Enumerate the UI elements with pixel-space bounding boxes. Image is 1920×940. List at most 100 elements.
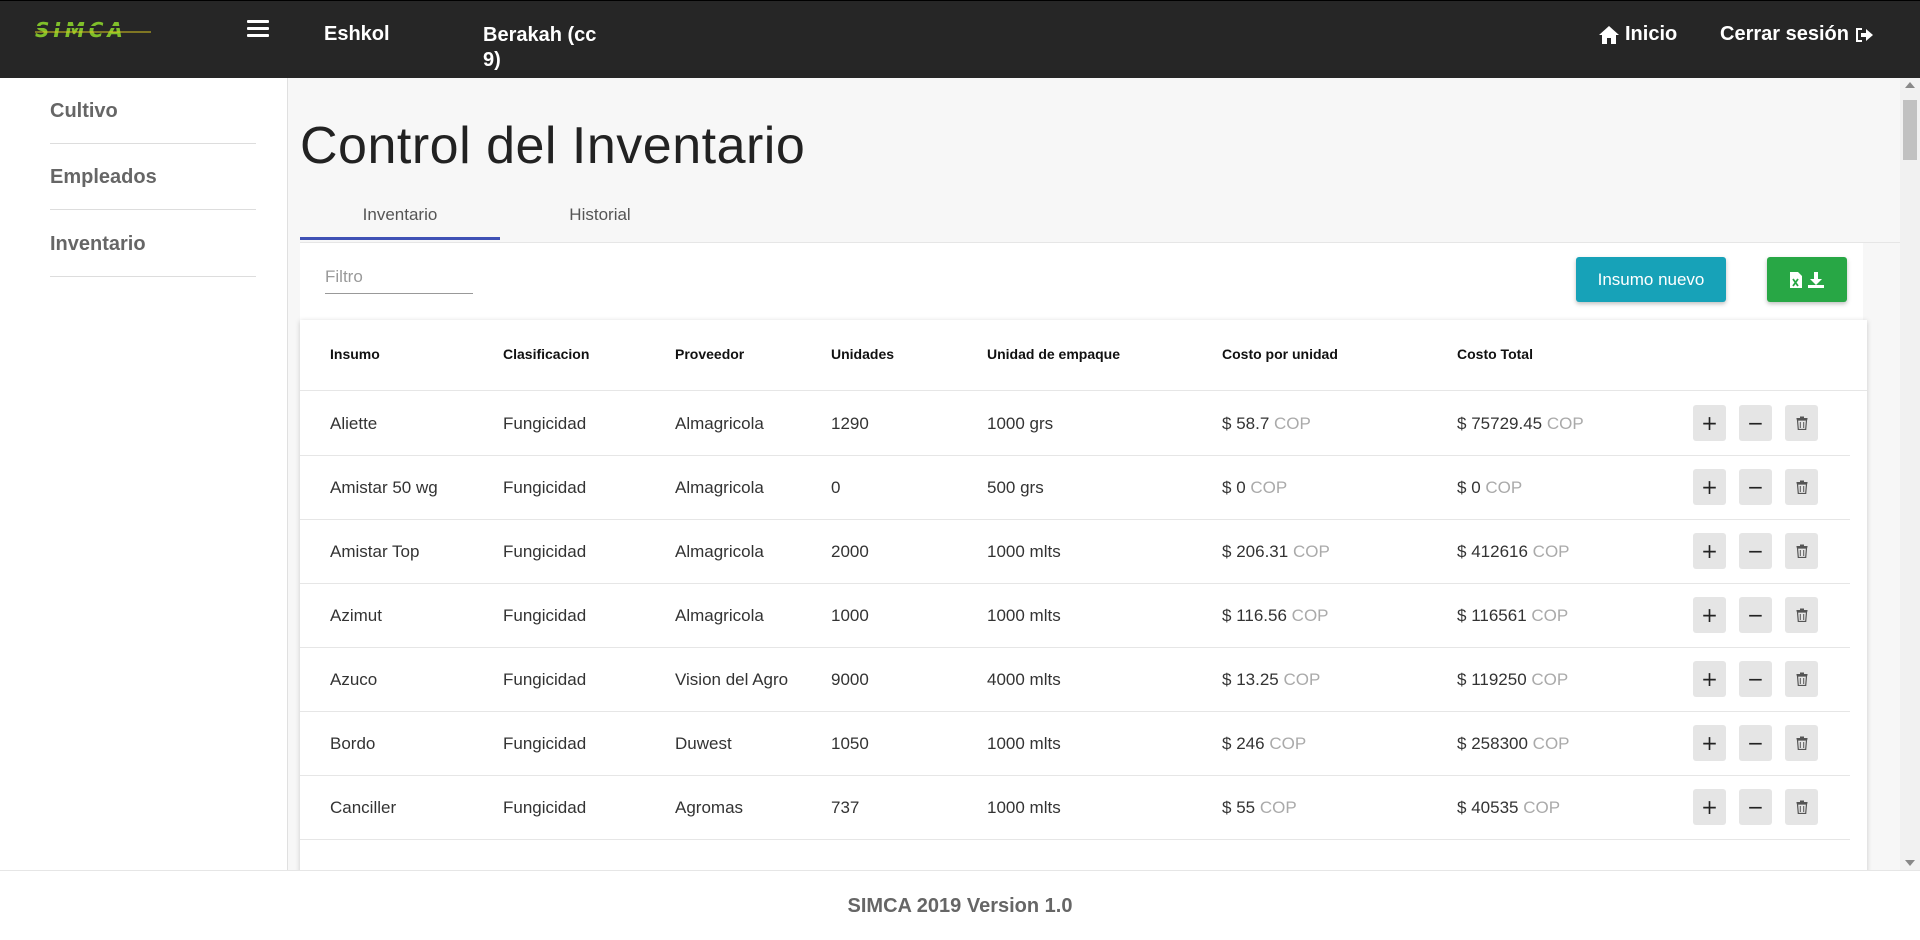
cell-costo-total: $ 119250 COP — [1457, 670, 1568, 690]
cell-unidades: 1290 — [831, 414, 869, 433]
currency-code: COP — [1531, 670, 1569, 689]
trash-icon — [1796, 608, 1807, 622]
scroll-up-arrow[interactable] — [1905, 82, 1915, 88]
cell-clasificacion: Fungicidad — [503, 414, 587, 433]
add-units-button[interactable]: + — [1693, 597, 1726, 633]
sign-out-icon — [1855, 27, 1873, 42]
sidebar-item-cultivo[interactable]: Cultivo — [50, 78, 256, 144]
top-navbar: SIMCA Eshkol Berakah (cc 9) Inicio Cerra… — [0, 0, 1920, 78]
page-scrollbar[interactable] — [1900, 78, 1920, 870]
add-units-button[interactable]: + — [1693, 469, 1726, 505]
cell-costo-total: $ 0 COP — [1457, 478, 1522, 498]
add-units-button[interactable]: + — [1693, 661, 1726, 697]
scroll-down-arrow[interactable] — [1905, 860, 1915, 866]
cell-costo-unidad: $ 13.25 COP — [1222, 670, 1320, 690]
delete-button[interactable] — [1785, 661, 1818, 697]
cell-empaque: 1000 mlts — [987, 798, 1061, 817]
currency-symbol: $ — [1222, 734, 1232, 753]
currency-symbol: $ — [1457, 798, 1467, 817]
filter-input[interactable] — [325, 263, 473, 294]
currency-symbol: $ — [1457, 542, 1467, 561]
cell-insumo: Amistar Top — [330, 542, 420, 561]
scroll-thumb[interactable] — [1903, 100, 1917, 160]
currency-code: COP — [1283, 670, 1321, 689]
cost-value: 75729.45 — [1471, 414, 1543, 433]
add-units-button[interactable]: + — [1693, 533, 1726, 569]
home-link[interactable]: Inicio — [1598, 23, 1677, 46]
subtract-units-button[interactable]: − — [1739, 405, 1772, 441]
cell-costo-unidad: $ 206.31 COP — [1222, 542, 1330, 562]
delete-button[interactable] — [1785, 405, 1818, 441]
user-name[interactable]: Berakah (cc 9) — [483, 23, 613, 73]
delete-button[interactable] — [1785, 725, 1818, 761]
farm-name[interactable]: Eshkol — [324, 23, 390, 46]
cell-unidades: 737 — [831, 798, 860, 817]
trash-icon — [1796, 416, 1807, 430]
cell-insumo: Canciller — [330, 798, 397, 817]
cell-clasificacion: Fungicidad — [503, 670, 587, 689]
currency-symbol: $ — [1457, 670, 1467, 689]
subtract-units-button[interactable]: − — [1739, 661, 1772, 697]
delete-button[interactable] — [1785, 597, 1818, 633]
logout-link[interactable]: Cerrar sesión — [1720, 23, 1874, 46]
col-unidad-empaque[interactable]: Unidad de empaque — [987, 346, 1120, 362]
footer-text: SIMCA 2019 Version 1.0 — [847, 895, 1073, 917]
add-units-button[interactable]: + — [1693, 789, 1726, 825]
download-icon — [1808, 271, 1824, 288]
cell-clasificacion: Fungicidad — [503, 734, 587, 753]
cell-unidades: 1050 — [831, 734, 869, 753]
cell-insumo: Bordo — [330, 734, 376, 753]
cost-value: 40535 — [1471, 798, 1519, 817]
trash-icon — [1796, 800, 1807, 814]
col-costo-unidad[interactable]: Costo por unidad — [1222, 346, 1338, 362]
currency-symbol: $ — [1222, 670, 1232, 689]
col-costo-total[interactable]: Costo Total — [1457, 346, 1533, 362]
simca-logo[interactable]: SIMCA — [33, 18, 155, 44]
menu-toggle-icon[interactable] — [247, 20, 269, 40]
col-proveedor[interactable]: Proveedor — [675, 346, 744, 362]
sidebar-item-inventario[interactable]: Inventario — [50, 211, 256, 277]
col-unidades[interactable]: Unidades — [831, 346, 894, 362]
currency-symbol: $ — [1222, 414, 1232, 433]
cost-value: 246 — [1236, 734, 1265, 753]
subtract-units-button[interactable]: − — [1739, 789, 1772, 825]
subtract-units-button[interactable]: − — [1739, 533, 1772, 569]
table-row: Amistar 50 wg Fungicidad Almagricola 0 500 g… — [300, 456, 1867, 520]
cell-empaque: 1000 mlts — [987, 606, 1061, 625]
cell-empaque: 4000 mlts — [987, 670, 1061, 689]
cell-costo-total: $ 258300 COP — [1457, 734, 1570, 754]
table-row: Amistar Top Fungicidad Almagricola 2000 1000… — [300, 520, 1867, 584]
currency-code: COP — [1523, 798, 1561, 817]
new-supply-button[interactable]: Insumo nuevo — [1576, 257, 1726, 302]
delete-button[interactable] — [1785, 789, 1818, 825]
export-excel-button[interactable] — [1767, 257, 1847, 302]
cell-costo-unidad: $ 246 COP — [1222, 734, 1306, 754]
cell-empaque: 1000 mlts — [987, 734, 1061, 753]
tab-inventario[interactable]: Inventario — [300, 190, 500, 240]
cell-unidades: 2000 — [831, 542, 869, 561]
trash-icon — [1796, 736, 1807, 750]
cell-insumo: Amistar 50 wg — [330, 478, 438, 497]
currency-code: COP — [1485, 478, 1523, 497]
add-units-button[interactable]: + — [1693, 405, 1726, 441]
tab-historial[interactable]: Historial — [500, 190, 700, 240]
cost-value: 55 — [1236, 798, 1256, 817]
currency-symbol: $ — [1457, 414, 1467, 433]
subtract-units-button[interactable]: − — [1739, 469, 1772, 505]
subtract-units-button[interactable]: − — [1739, 725, 1772, 761]
cost-value: 258300 — [1471, 734, 1528, 753]
cell-clasificacion: Fungicidad — [503, 542, 587, 561]
cost-value: 116.56 — [1236, 606, 1287, 625]
col-clasificacion[interactable]: Clasificacion — [503, 346, 589, 362]
delete-button[interactable] — [1785, 533, 1818, 569]
trash-icon — [1796, 544, 1807, 558]
trash-icon — [1796, 672, 1807, 686]
cell-empaque: 1000 mlts — [987, 542, 1061, 561]
page-title: Control del Inventario — [300, 117, 806, 175]
col-insumo[interactable]: Insumo — [330, 346, 380, 362]
delete-button[interactable] — [1785, 469, 1818, 505]
cost-value: 412616 — [1471, 542, 1528, 561]
add-units-button[interactable]: + — [1693, 725, 1726, 761]
sidebar-item-empleados[interactable]: Empleados — [50, 144, 256, 210]
subtract-units-button[interactable]: − — [1739, 597, 1772, 633]
